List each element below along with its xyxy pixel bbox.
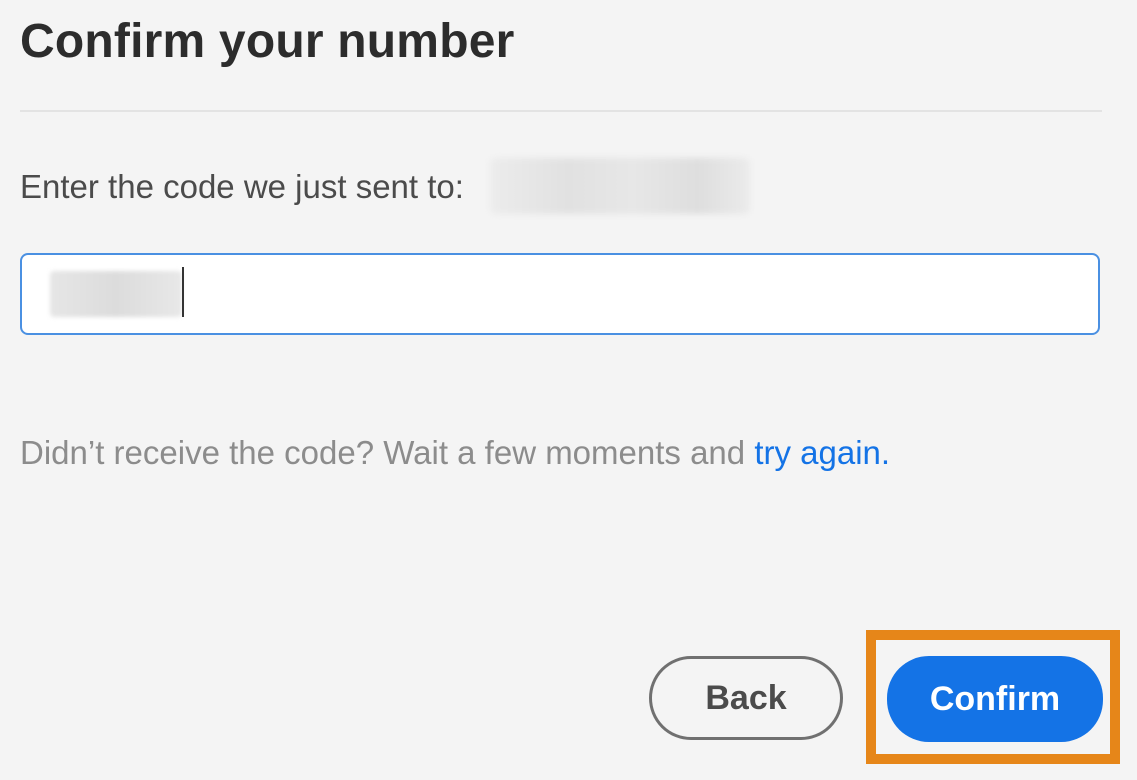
try-again-link[interactable]: try again. xyxy=(754,434,890,471)
page-title: Confirm your number xyxy=(20,15,515,68)
back-button[interactable]: Back xyxy=(649,656,843,740)
text-caret xyxy=(182,267,184,317)
confirm-number-dialog: Confirm your number Enter the code we ju… xyxy=(0,0,1137,780)
resend-help-text: Didn’t receive the code? Wait a few mome… xyxy=(20,434,890,472)
verification-code-input[interactable] xyxy=(50,271,1054,319)
resend-help-message: Didn’t receive the code? Wait a few mome… xyxy=(20,434,755,471)
verification-code-field[interactable] xyxy=(20,253,1100,335)
title-divider xyxy=(20,110,1102,112)
redacted-code-value xyxy=(50,271,182,317)
confirm-button[interactable]: Confirm xyxy=(887,656,1103,742)
code-prompt-text: Enter the code we just sent to: xyxy=(20,168,464,205)
redacted-phone-number xyxy=(490,158,750,214)
